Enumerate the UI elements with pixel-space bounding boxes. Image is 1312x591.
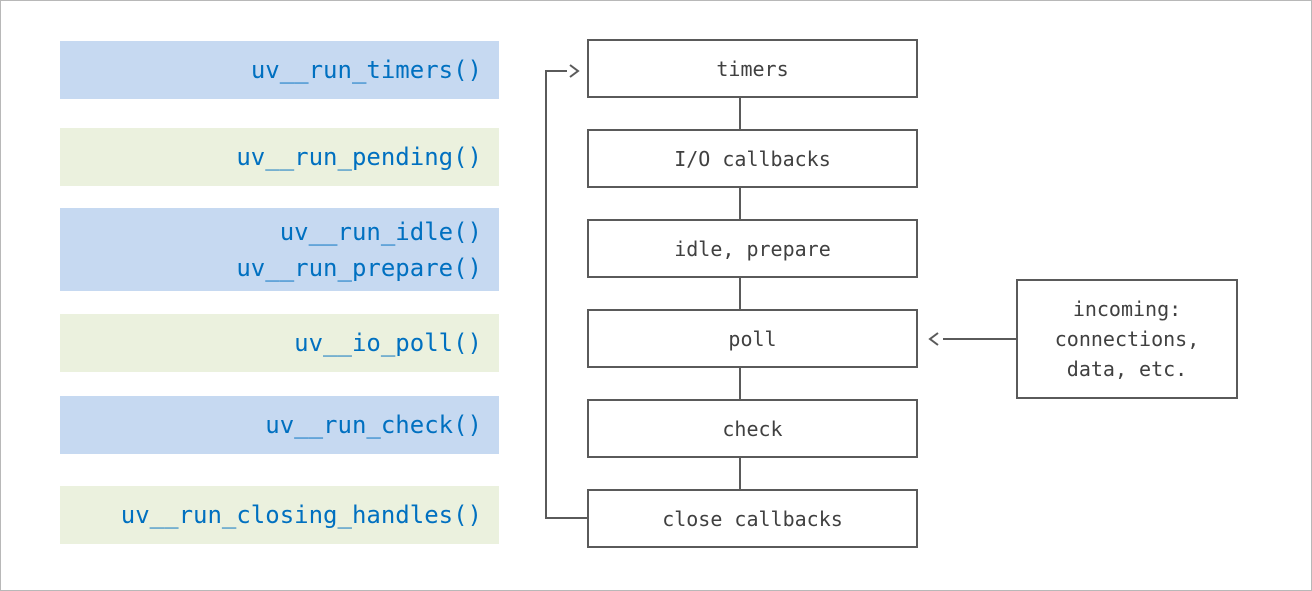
phase-label: idle, prepare (674, 236, 831, 261)
phase-close-callbacks: close callbacks (587, 489, 918, 548)
loop-back-arrow (545, 70, 587, 519)
incoming-box: incoming: connections, data, etc. (1016, 279, 1238, 399)
phase-label: close callbacks (662, 506, 843, 531)
phase-io-callbacks: I/O callbacks (587, 129, 918, 188)
phase-check: check (587, 399, 918, 458)
event-loop-diagram: uv__run_timers() uv__run_pending() uv__r… (0, 0, 1312, 591)
arrow-head-icon (928, 332, 939, 346)
phase-poll: poll (587, 309, 918, 368)
phase-label: I/O callbacks (674, 146, 831, 171)
phase-label: check (722, 416, 783, 441)
arrow-head-icon (569, 64, 580, 78)
incoming-label: incoming: (1072, 297, 1182, 321)
phase-idle-prepare: idle, prepare (587, 219, 918, 278)
incoming-label: data, etc. (1066, 357, 1188, 381)
phase-label: timers (716, 56, 789, 81)
phase-timers: timers (587, 39, 918, 98)
phase-label: poll (728, 326, 777, 351)
incoming-label: connections, (1054, 327, 1200, 351)
